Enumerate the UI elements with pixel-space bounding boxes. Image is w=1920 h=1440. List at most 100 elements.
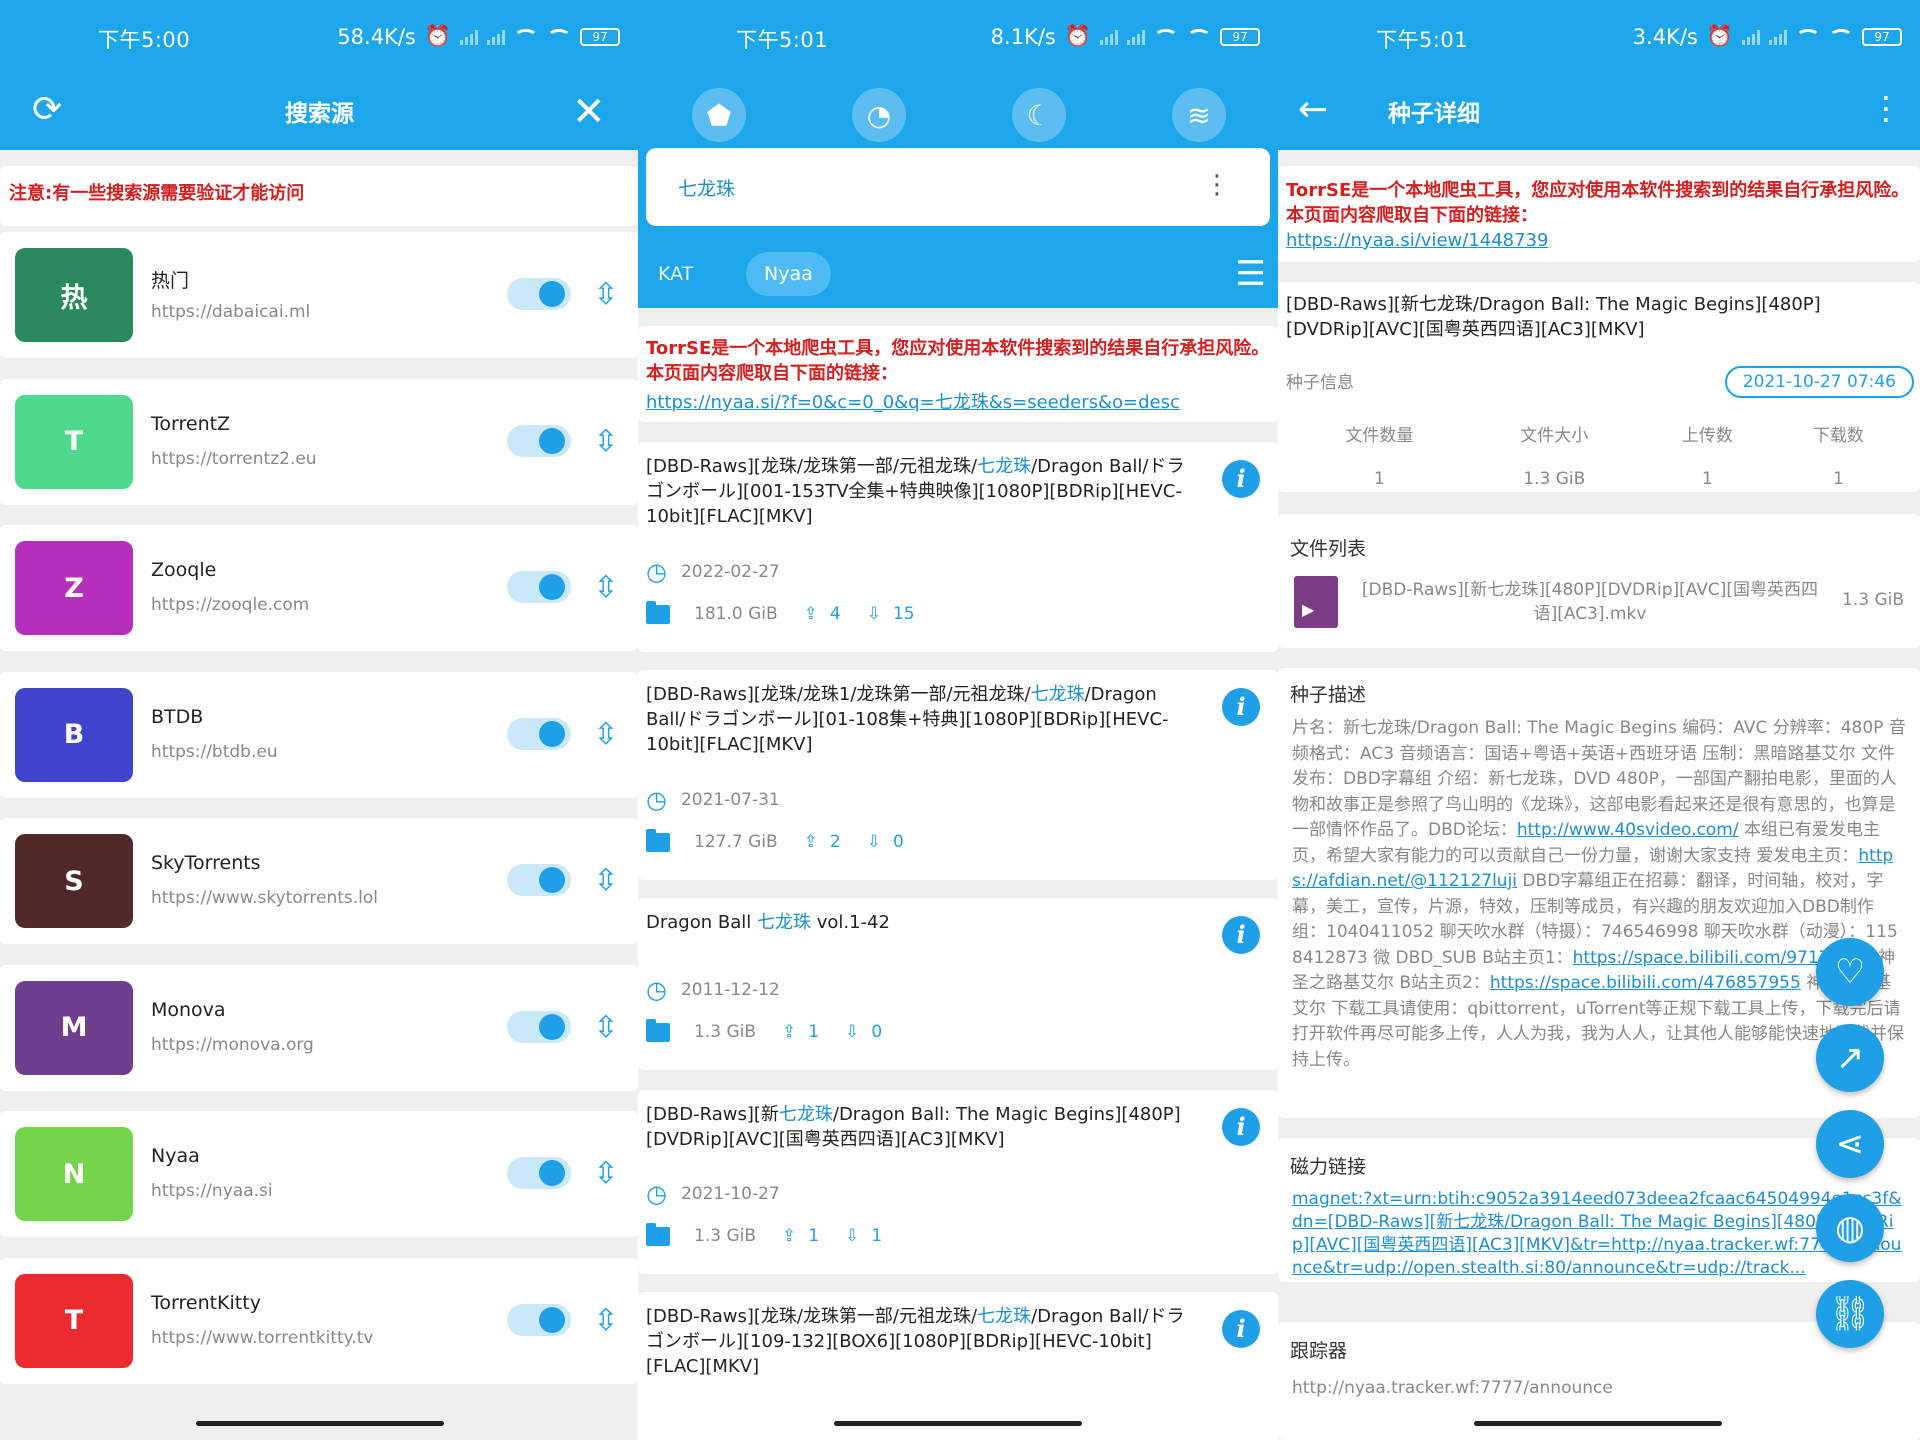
result-size: 1.3 GiB <box>694 1022 756 1042</box>
source-avatar: Z <box>15 541 133 635</box>
more-vert-icon[interactable]: ⋮ <box>1204 168 1230 202</box>
result-title-highlight: 七龙珠 <box>977 456 1032 477</box>
back-arrow-icon[interactable]: ← <box>1298 92 1328 128</box>
source-name: TorrentZ <box>151 412 231 435</box>
result-title: Dragon Ball 七龙珠 vol.1-42 <box>646 910 1188 935</box>
source-link[interactable]: https://nyaa.si/?f=0&c=0_0&q=七龙珠&s=seede… <box>646 388 1180 414</box>
source-toggle[interactable] <box>507 1303 571 1336</box>
source-row[interactable]: N Nyaa https://nyaa.si ⇳ <box>0 1111 638 1237</box>
info-label: 种子信息 <box>1286 373 1354 393</box>
upload-icon: ⇪ <box>803 604 818 624</box>
open-external-icon[interactable]: ↗ <box>1816 1024 1884 1092</box>
source-toggle[interactable] <box>507 717 571 750</box>
source-row[interactable]: B BTDB https://btdb.eu ⇳ <box>0 671 638 798</box>
close-icon[interactable]: ✕ <box>572 92 606 132</box>
disclaimer-text: TorrSE是一个本地爬虫工具，您应对使用本软件搜索到的结果自行承担风险。本页面… <box>646 338 1270 384</box>
result-title-pre: [DBD-Raws][龙珠/龙珠第一部/元祖龙珠/ <box>646 456 978 477</box>
link-icon[interactable]: ⛓ <box>1816 1280 1884 1348</box>
info-icon[interactable]: i <box>1222 1108 1260 1146</box>
source-toggle[interactable] <box>507 1010 571 1043</box>
globe-icon[interactable]: ◍ <box>1816 1194 1884 1262</box>
drag-handle-icon[interactable]: ⇳ <box>588 280 624 310</box>
source-link[interactable]: https://nyaa.si/view/1448739 <box>1286 230 1549 251</box>
source-row[interactable]: T TorrentKitty https://www.torrentkitty.tv… <box>0 1257 638 1384</box>
source-toggle[interactable] <box>507 1157 571 1189</box>
tracker-url[interactable]: http://nyaa.tracker.wf:7777/announce <box>1292 1378 1613 1398</box>
menu-icon[interactable]: ☰ <box>1236 257 1266 291</box>
source-row[interactable]: S SkyTorrents https://www.skytorrents.lol ⇳ <box>0 818 638 944</box>
result-card[interactable]: [DBD-Raws][龙珠/龙珠第一部/元祖龙珠/七龙珠/Dragon Ball… <box>638 1292 1278 1440</box>
source-toggle[interactable] <box>507 278 571 310</box>
result-title: [DBD-Raws][龙珠/龙珠第一部/元祖龙珠/七龙珠/Dragon Ball… <box>646 454 1188 529</box>
file-name[interactable]: [DBD-Raws][新七龙珠][480P][DVDRip][AVC][国粤英西… <box>1360 578 1820 626</box>
wifi-icon-2 <box>1187 28 1211 45</box>
source-name: Monova <box>151 998 226 1021</box>
source-row[interactable]: Z Zooqle https://zooqle.com ⇳ <box>0 525 638 651</box>
alarm-icon: ⏰ <box>1064 24 1091 48</box>
wifi-icon-2 <box>1829 28 1853 45</box>
bilibili-link-2[interactable]: https://space.bilibili.com/476857955 <box>1490 973 1801 993</box>
magnet-link[interactable]: magnet:?xt=urn:btih:c9052a3914eed073deea… <box>1292 1188 1906 1280</box>
tab-kat[interactable]: KAT <box>640 252 711 296</box>
result-date-row: ◷ 2022-02-27 <box>646 558 780 586</box>
favorite-heart-icon[interactable]: ♡ <box>1816 938 1884 1006</box>
result-card[interactable]: [DBD-Raws][新七龙珠/Dragon Ball: The Magic B… <box>638 1090 1278 1274</box>
result-card[interactable]: Dragon Ball 七龙珠 vol.1-42 i ◷ 2011-12-12 1.3 … <box>638 898 1278 1070</box>
home-indicator[interactable] <box>834 1421 1082 1426</box>
info-icon[interactable]: i <box>1222 688 1260 726</box>
drag-handle-icon[interactable]: ⇳ <box>588 1305 624 1335</box>
page-title: 搜索源 <box>285 101 354 127</box>
result-size: 181.0 GiB <box>694 604 778 624</box>
result-title-highlight: 七龙珠 <box>977 1306 1032 1327</box>
result-stats-row: 1.3 GiB ⇪ 1 ⇩ 0 <box>646 1018 882 1042</box>
forum-link[interactable]: http://www.40svideo.com/ <box>1517 820 1739 840</box>
upload-icon: ⇪ <box>803 832 818 852</box>
result-title-pre: [DBD-Raws][龙珠/龙珠第一部/元祖龙珠/ <box>646 1306 978 1327</box>
value-file-size: 1.3 GiB <box>1523 469 1586 489</box>
date-badge: 2021-10-27 07:46 <box>1724 366 1914 398</box>
header-downloads: 下载数 <box>1812 425 1864 446</box>
source-row[interactable]: 热热门 https://dabaicai.ml ⇳ <box>0 232 638 358</box>
night-icon[interactable]: ☾ <box>1012 88 1066 142</box>
value-uploads: 1 <box>1701 469 1713 489</box>
source-name: TorrentKitty <box>151 1291 261 1314</box>
home-indicator[interactable] <box>1474 1421 1722 1426</box>
clock-icon[interactable]: ◔ <box>852 88 906 142</box>
rss-icon[interactable]: ≋ <box>1172 88 1226 142</box>
drag-handle-icon[interactable]: ⇳ <box>588 1012 624 1042</box>
drag-handle-icon[interactable]: ⇳ <box>588 426 624 456</box>
drag-handle-icon[interactable]: ⇳ <box>588 719 624 749</box>
source-toggle[interactable] <box>507 864 571 896</box>
source-toggle[interactable] <box>507 571 571 603</box>
source-toggle[interactable] <box>507 424 571 457</box>
source-row[interactable]: T TorrentZ https://torrentz2.eu ⇳ <box>0 378 638 505</box>
pentagon-icon[interactable]: ⬟ <box>692 88 746 142</box>
source-name: 热门 <box>151 270 190 292</box>
info-icon[interactable]: i <box>1222 1310 1260 1348</box>
source-row[interactable]: M Monova https://monova.org ⇳ <box>0 964 638 1091</box>
signal-icon <box>1100 29 1118 45</box>
home-indicator[interactable] <box>196 1421 444 1426</box>
source-url: https://dabaicai.ml <box>151 302 311 322</box>
status-icons: 3.4K/s ⏰ 97 <box>1633 24 1902 49</box>
result-uploads: 4 <box>829 604 841 624</box>
wifi-icon <box>1796 28 1820 45</box>
info-icon[interactable]: i <box>1222 460 1260 498</box>
more-vert-icon[interactable]: ⋮ <box>1870 92 1902 124</box>
result-card[interactable]: [DBD-Raws][龙珠/龙珠1/龙珠第一部/元祖龙珠/七龙珠/Dragon … <box>638 670 1278 880</box>
drag-handle-icon[interactable]: ⇳ <box>588 1159 624 1189</box>
info-icon[interactable]: i <box>1222 916 1260 954</box>
header-uploads: 上传数 <box>1681 425 1733 446</box>
drag-handle-icon[interactable]: ⇳ <box>588 866 624 896</box>
wifi-icon <box>1154 28 1178 45</box>
search-box[interactable]: 七龙珠 ⋮ <box>646 148 1270 226</box>
refresh-icon[interactable]: ⟳ <box>32 92 62 128</box>
wifi-icon-2 <box>547 28 571 45</box>
battery-icon: 97 <box>1220 27 1260 46</box>
value-file-count: 1 <box>1374 469 1385 489</box>
tab-nyaa[interactable]: Nyaa <box>746 252 831 296</box>
drag-handle-icon[interactable]: ⇳ <box>588 573 624 603</box>
share-icon[interactable]: ⋖ <box>1816 1110 1884 1178</box>
result-date-row: ◷ 2021-07-31 <box>646 786 780 814</box>
result-card[interactable]: [DBD-Raws][龙珠/龙珠第一部/元祖龙珠/七龙珠/Dragon Ball… <box>638 442 1278 652</box>
